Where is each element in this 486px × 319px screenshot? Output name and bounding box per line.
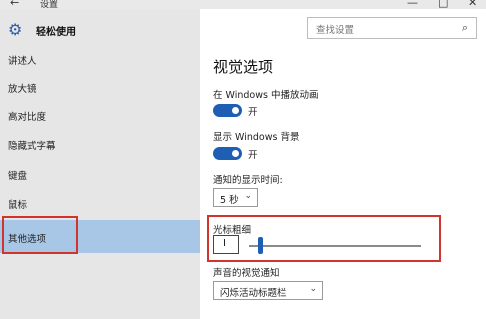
highlight-box-sidebar [2, 216, 78, 254]
background-label: 显示 Windows 背景 [213, 132, 300, 143]
toggle-knob [232, 150, 239, 157]
sidebar-item-label: 隐藏式字幕 [8, 141, 56, 152]
back-arrow-icon[interactable]: ← [10, 0, 19, 9]
animations-label: 在 Windows 中播放动画 [213, 90, 319, 101]
minimize-button[interactable]: — [407, 0, 418, 9]
background-toggle[interactable] [213, 147, 242, 160]
gear-icon: ⚙ [8, 20, 23, 39]
search-icon[interactable]: ⌕ [462, 21, 468, 35]
chevron-down-icon: ⌄ [309, 284, 317, 294]
sidebar-item-label: 高对比度 [8, 112, 47, 123]
sound-visual-select[interactable]: 闪烁活动标题栏 ⌄ [213, 281, 323, 300]
background-state: 开 [248, 150, 258, 161]
sidebar-item-high-contrast[interactable]: 高对比度 [0, 101, 200, 128]
sidebar-item-keyboard[interactable]: 键盘 [0, 160, 200, 187]
chevron-down-icon: ⌄ [244, 191, 252, 201]
sound-visual-label: 声音的视觉通知 [213, 268, 280, 279]
sidebar-item-label: 鼠标 [8, 200, 28, 211]
close-button[interactable]: ✕ [468, 0, 477, 9]
maximize-button[interactable]: □ [438, 0, 448, 9]
sound-visual-value: 闪烁活动标题栏 [220, 288, 287, 299]
sidebar-item-label: 键盘 [8, 171, 28, 182]
sidebar-item-mouse[interactable]: 鼠标 [0, 189, 200, 216]
sidebar-item-label: 放大镜 [8, 84, 37, 95]
highlight-box-cursor-thickness [207, 215, 441, 262]
animations-state: 开 [248, 107, 258, 118]
sidebar-item-closed-captions[interactable]: 隐藏式字幕 [0, 130, 200, 157]
sidebar-item-magnifier[interactable]: 放大镜 [0, 73, 200, 100]
sidebar: ⚙ 轻松使用 讲述人 放大镜 高对比度 隐藏式字幕 键盘 鼠标 其他选项 [0, 9, 200, 319]
sidebar-item-label: 讲述人 [8, 56, 37, 67]
notification-time-select[interactable]: 5 秒 ⌄ [213, 188, 258, 207]
animations-toggle[interactable] [213, 104, 242, 117]
toggle-knob [232, 107, 239, 114]
page-title: 视觉选项 [213, 58, 274, 76]
notification-time-label: 通知的显示时间: [213, 175, 283, 186]
sidebar-section-title: 轻松使用 [36, 27, 76, 38]
title-bar: ← 设置 — □ ✕ [0, 0, 486, 10]
sidebar-item-narrator[interactable]: 讲述人 [0, 45, 200, 72]
notification-time-value: 5 秒 [220, 195, 239, 206]
search-box[interactable]: ⌕ [307, 17, 477, 41]
search-input[interactable] [314, 20, 448, 41]
